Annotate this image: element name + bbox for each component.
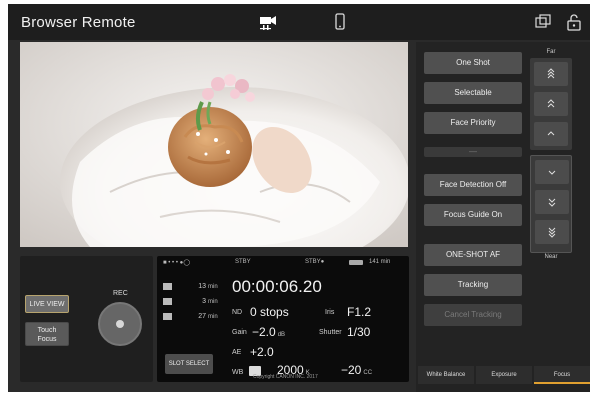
gain-value-row: −2.0 dB (252, 325, 285, 339)
camera-mode-icon[interactable] (258, 13, 278, 31)
touch-focus-button[interactable]: Touch Focus (25, 322, 69, 346)
multi-window-icon[interactable] (534, 13, 554, 31)
battery-time: 141 min (369, 259, 391, 265)
tracking-button[interactable]: Tracking (424, 274, 522, 296)
browser-remote-app: Browser Remote LIVE VIEW Touch Focus REC… (8, 4, 590, 392)
focus-far-2-button[interactable] (534, 92, 568, 116)
app-title: Browser Remote (21, 14, 136, 31)
header-bar: Browser Remote (8, 4, 590, 40)
control-panel: LIVE VIEW Touch Focus REC (20, 256, 153, 382)
battery-icon (349, 260, 363, 265)
timecode: 00:00:06.20 (232, 277, 322, 296)
gain-label: Gain (232, 329, 247, 336)
live-view-image[interactable] (20, 42, 408, 247)
cc-value: −20 (341, 363, 362, 377)
gain-value: −2.0 (252, 325, 276, 339)
ae-value: +2.0 (250, 345, 274, 359)
focus-near-column (530, 155, 572, 253)
media-row-2: 3 min (163, 298, 218, 305)
media-row-3: 27 min (163, 313, 218, 320)
shutter-label: Shutter (319, 329, 342, 336)
lock-icon[interactable] (564, 13, 584, 31)
tab-exposure[interactable]: Exposure (476, 366, 532, 384)
chevron-up-double-icon (547, 99, 555, 108)
media-slot-1-icon (163, 283, 172, 290)
live-view-button[interactable]: LIVE VIEW (25, 295, 69, 313)
phone-mode-icon[interactable] (330, 13, 350, 31)
face-priority-button[interactable]: Face Priority (424, 112, 522, 134)
cc-unit: CC (363, 370, 373, 376)
touch-focus-label-1: Touch (37, 327, 57, 334)
ae-label: AE (232, 349, 242, 356)
focus-near-2-button[interactable] (535, 190, 569, 214)
media-slot-2-icon (163, 298, 172, 305)
rec-button[interactable] (98, 302, 142, 346)
nd-value: 0 stops (250, 305, 289, 319)
focus-far-column (530, 58, 572, 150)
media-3-value: 27 (198, 313, 206, 321)
chevron-up-icon (547, 131, 555, 136)
status-bar: ■ • • • ●◯ STBY STBY● 141 min (157, 256, 409, 268)
cc-value-row: −20 CC (341, 363, 372, 377)
focus-control-panel: One Shot Selectable Face Priority — Face… (416, 42, 590, 392)
media-slot-3-icon (163, 313, 172, 320)
focus-guide-on-button[interactable]: Focus Guide On (424, 204, 522, 226)
status-stby-right: STBY● (305, 259, 325, 265)
media-3-unit: min (208, 314, 218, 321)
function-tabs: White Balance Exposure Focus (416, 366, 590, 384)
chevron-down-icon (548, 170, 556, 175)
near-label: Near (544, 254, 558, 260)
shutter-value: 1/30 (347, 325, 371, 339)
focus-near-3-button[interactable] (535, 220, 569, 244)
tab-focus[interactable]: Focus (534, 366, 590, 384)
media-2-unit: min (208, 299, 218, 306)
far-label: Far (546, 49, 556, 55)
focus-far-1-button[interactable] (534, 122, 568, 146)
face-detection-off-button[interactable]: Face Detection Off (424, 174, 522, 196)
media-1-value: 13 (198, 283, 206, 291)
nd-label: ND (232, 309, 243, 316)
slot-select-button[interactable]: SLOT SELECT (165, 354, 213, 374)
rec-label: REC (113, 290, 128, 297)
copyright-text: Copyright CANON INC. 2017 (253, 374, 318, 380)
camera-status-panel: ■ • • • ●◯ STBY STBY● 141 min 13 min 3 min… (157, 256, 409, 382)
media-2-value: 3 (202, 298, 206, 306)
media-row-1: 13 min (163, 283, 218, 290)
one-shot-button[interactable]: One Shot (424, 52, 522, 74)
gain-unit: dB (277, 332, 286, 338)
media-1-unit: min (208, 284, 218, 291)
status-stby-left: STBY (235, 259, 251, 265)
iris-label: Iris (325, 309, 335, 316)
disabled-divider-button[interactable]: — (424, 147, 522, 157)
wb-label: WB (232, 369, 244, 376)
focus-near-1-button[interactable] (535, 160, 569, 184)
recording-indicator-icon: ■ • • • ●◯ (163, 260, 190, 266)
iris-value: F1.2 (347, 305, 372, 319)
focus-far-3-button[interactable] (534, 62, 568, 86)
cancel-tracking-button[interactable]: Cancel Tracking (424, 304, 522, 326)
chevron-down-double-icon (548, 198, 556, 207)
chevron-up-triple-icon (547, 68, 555, 79)
rec-dot-icon (116, 320, 124, 328)
one-shot-af-button[interactable]: ONE-SHOT AF (424, 244, 522, 266)
chevron-down-triple-icon (548, 227, 556, 238)
tab-white-balance[interactable]: White Balance (418, 366, 474, 384)
selectable-button[interactable]: Selectable (424, 82, 522, 104)
touch-focus-label-2: Focus (37, 336, 57, 343)
